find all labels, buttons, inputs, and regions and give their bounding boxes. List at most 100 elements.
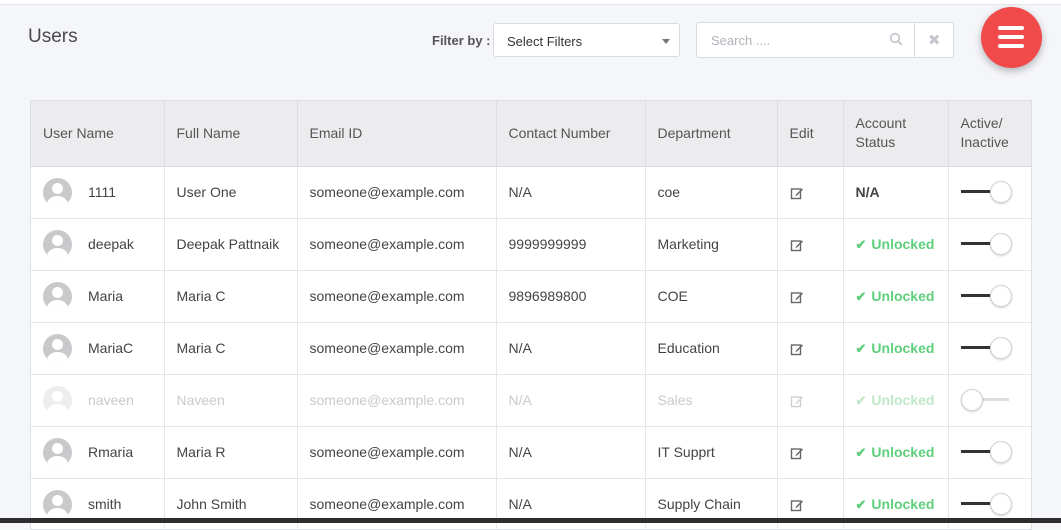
cell-edit	[777, 270, 844, 323]
cell-username: MariaC	[31, 322, 165, 375]
account-status: ✔ Unlocked	[855, 391, 935, 408]
cell-contact: N/A	[496, 166, 646, 219]
cell-contact: 9896989800	[496, 270, 646, 323]
check-icon: ✔	[855, 496, 867, 512]
cell-department: Marketing	[645, 218, 778, 271]
cell-username: naveen	[31, 374, 165, 427]
users-table-container: User Name Full Name Email ID Contact Num…	[30, 100, 1032, 530]
user-avatar-icon	[43, 333, 72, 363]
column-header-username[interactable]: User Name	[31, 101, 165, 167]
table-row: Maria Maria Csomeone@example.com 989698980…	[31, 270, 1031, 323]
table-row: naveen Naveen someone@example.com N/A Sales ✔…	[31, 374, 1031, 427]
edit-icon[interactable]	[790, 238, 804, 252]
cell-fullname: Deepak Pattnaik	[164, 218, 298, 271]
edit-icon[interactable]	[790, 446, 804, 460]
table-row: deepak Deepak Pattnaik someone@example.com…	[31, 218, 1031, 271]
cell-email: someone@example.com	[297, 166, 497, 219]
cell-active	[948, 166, 1031, 219]
clear-search-button[interactable]: ✖	[914, 23, 954, 57]
cell-fullname: Naveen	[164, 374, 298, 427]
username: MariaC	[88, 340, 134, 356]
close-icon: ✖	[928, 31, 941, 49]
user-avatar-icon	[43, 437, 72, 467]
check-icon: ✔	[855, 392, 867, 408]
cell-username: Rmaria	[31, 426, 165, 479]
cell-department: Sales	[645, 374, 778, 427]
column-header-email[interactable]: Email ID	[297, 101, 497, 167]
cell-account-status: ✔ Unlocked	[843, 426, 949, 479]
search-icon[interactable]	[889, 32, 903, 46]
cell-username: 1111	[31, 166, 165, 219]
cell-department: COE	[645, 270, 778, 323]
active-toggle[interactable]	[960, 285, 1012, 307]
cell-active	[948, 374, 1031, 427]
table-header-row: User Name Full Name Email ID Contact Num…	[31, 101, 1031, 167]
column-header-active: Active/ Inactive	[948, 101, 1031, 167]
cell-email: someone@example.com	[297, 374, 497, 427]
cell-active	[948, 270, 1031, 323]
cell-fullname: Maria C	[164, 270, 298, 323]
column-header-account-status[interactable]: Account Status	[843, 101, 949, 167]
filter-label: Filter by :	[432, 33, 491, 48]
menu-button[interactable]	[981, 7, 1042, 68]
cell-email: someone@example.com	[297, 322, 497, 375]
edit-icon[interactable]	[790, 342, 804, 356]
cell-edit	[777, 322, 844, 375]
cell-fullname: Maria C	[164, 322, 298, 375]
username: smith	[88, 496, 122, 512]
cell-email: someone@example.com	[297, 270, 497, 323]
cell-account-status: ✔ Unlocked	[843, 218, 949, 271]
column-header-contact[interactable]: Contact Number	[496, 101, 646, 167]
users-table: User Name Full Name Email ID Contact Num…	[31, 101, 1031, 529]
cell-contact: N/A	[496, 374, 646, 427]
user-avatar-icon	[43, 385, 72, 415]
account-status: ✔ Unlocked	[855, 339, 935, 356]
cell-account-status: ✔ Unlocked	[843, 374, 949, 427]
active-toggle[interactable]	[960, 233, 1012, 255]
table-row: MariaC Maria Csomeone@example.com N/A Educa…	[31, 322, 1031, 375]
edit-icon[interactable]	[790, 498, 804, 512]
account-status: ✔ Unlocked	[855, 287, 935, 304]
active-toggle[interactable]	[960, 337, 1012, 359]
cell-contact: 9999999999	[496, 218, 646, 271]
active-toggle[interactable]	[960, 493, 1012, 515]
check-icon: ✔	[855, 444, 867, 460]
filter-select[interactable]: Select Filters	[493, 23, 680, 57]
column-header-fullname[interactable]: Full Name	[164, 101, 298, 167]
user-avatar-icon	[43, 229, 72, 259]
username: deepak	[88, 236, 134, 252]
username: Maria	[88, 288, 124, 304]
check-icon: ✔	[855, 340, 867, 356]
active-toggle[interactable]	[960, 181, 1012, 203]
user-avatar-icon	[43, 489, 72, 519]
chevron-down-icon	[662, 39, 670, 44]
account-status: ✔ Unlocked	[855, 495, 935, 512]
active-toggle[interactable]	[960, 389, 1011, 411]
active-toggle[interactable]	[960, 441, 1012, 463]
cell-edit	[777, 426, 844, 479]
check-icon: ✔	[855, 288, 867, 304]
cell-fullname: User One	[164, 166, 298, 219]
cell-contact: N/A	[496, 426, 646, 479]
cell-active	[948, 322, 1031, 375]
cell-department: IT Supprt	[645, 426, 778, 479]
cell-contact: N/A	[496, 322, 646, 375]
cell-department: coe	[645, 166, 778, 219]
search-box: ✖	[696, 22, 954, 58]
cell-active	[948, 218, 1031, 271]
account-status: N/A	[855, 184, 880, 200]
top-border	[0, 0, 1061, 5]
cell-fullname: Maria R	[164, 426, 298, 479]
edit-icon[interactable]	[790, 290, 804, 304]
cell-username: deepak	[31, 218, 165, 271]
search-input[interactable]	[697, 23, 913, 57]
cell-account-status: ✔ Unlocked	[843, 270, 949, 323]
username: naveen	[88, 392, 134, 408]
edit-icon[interactable]	[790, 394, 804, 408]
check-icon: ✔	[855, 236, 867, 252]
table-row: Rmaria Maria Rsomeone@example.com N/A IT Su…	[31, 426, 1031, 479]
column-header-department[interactable]: Department	[645, 101, 778, 167]
edit-icon[interactable]	[790, 186, 804, 200]
filter-select-value: Select Filters	[507, 34, 583, 49]
cell-edit	[777, 218, 844, 271]
